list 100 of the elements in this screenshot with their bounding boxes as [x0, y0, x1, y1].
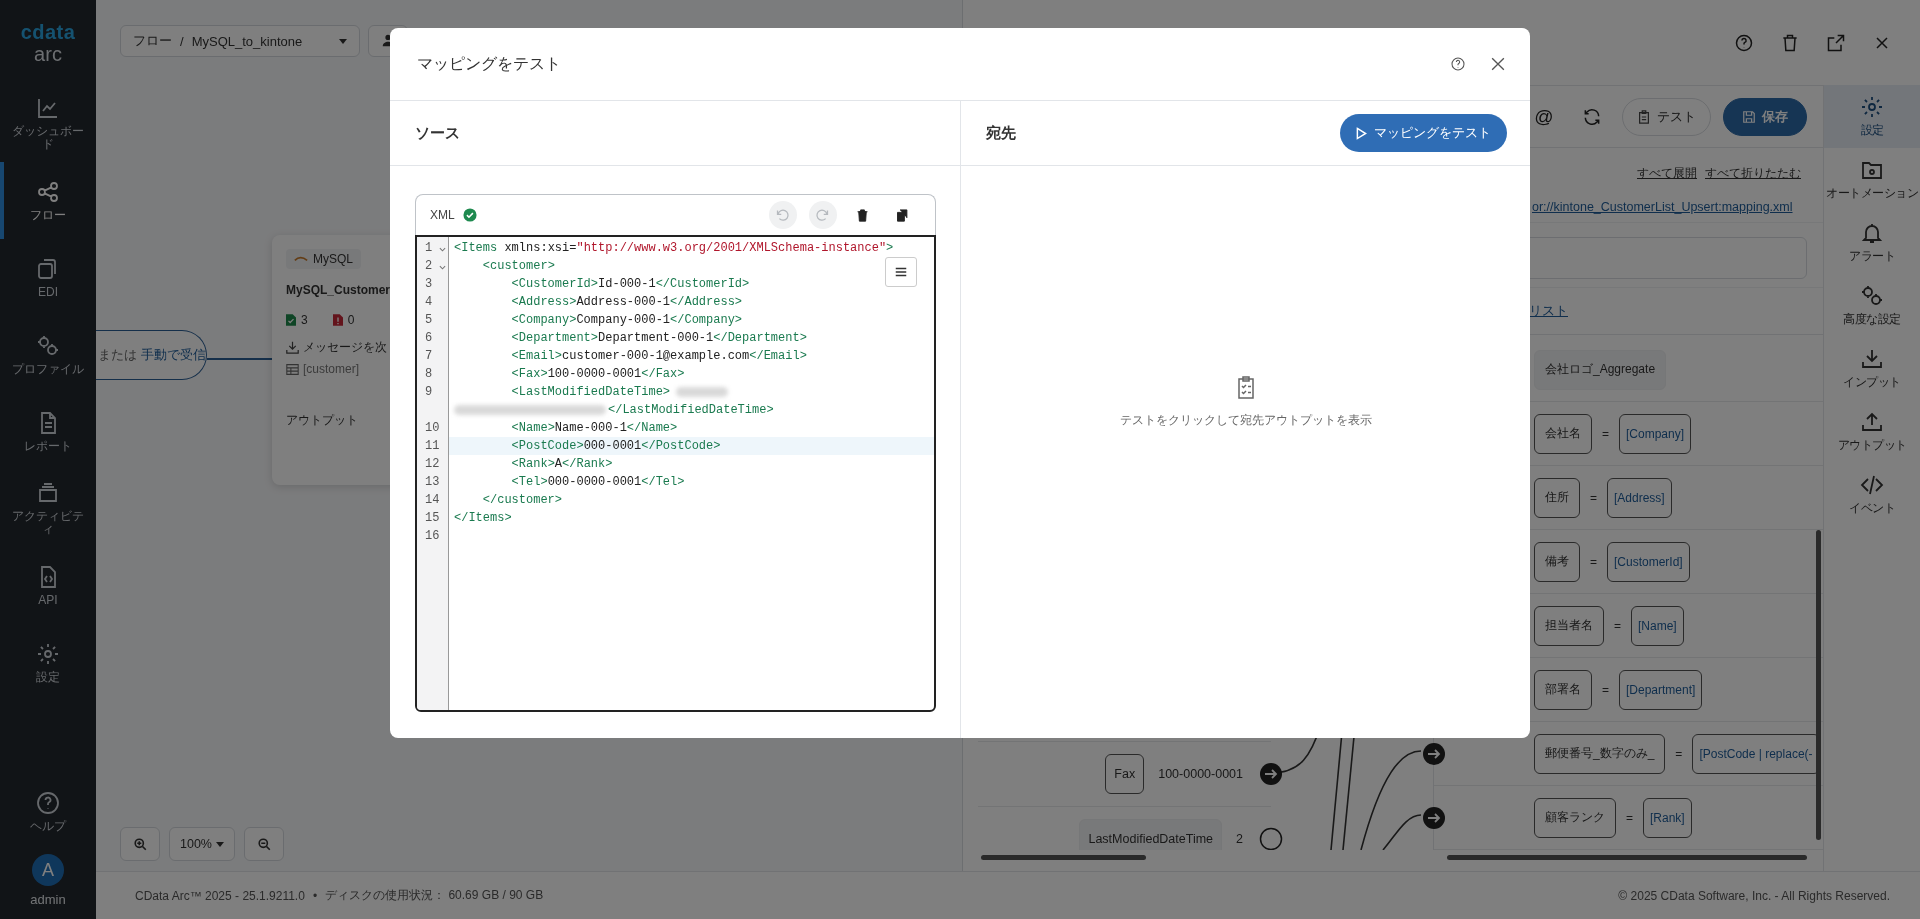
zoom-in-button[interactable] [120, 827, 160, 861]
error-count: 0 [347, 313, 355, 327]
mapping-file-link[interactable]: or://kintone_CustomerList_Upsert:mapping.xml [1532, 200, 1793, 214]
sidebar-item[interactable]: ダッシュボード [0, 85, 96, 162]
sidebar-item[interactable]: フロー [0, 162, 96, 239]
sidebar-item[interactable]: アクティビティ [0, 470, 96, 547]
success-file-icon [286, 314, 296, 326]
breadcrumb-dropdown[interactable]: フロー / MySQL_to_kintone [120, 25, 360, 57]
aggregate-field-chip[interactable]: 会社ロゴ_Aggregate [1534, 349, 1667, 390]
code-line: <Address>Address-000-1</Address> [510, 294, 743, 311]
equals-sign: = [1602, 426, 1609, 441]
arrow-circle-icon[interactable] [1422, 805, 1446, 830]
connector-badge: MySQL [286, 249, 361, 269]
message-action-text: メッセージを次 [303, 339, 387, 356]
save-button[interactable]: 保存 [1723, 97, 1807, 136]
menu-icon [893, 265, 908, 279]
panel-tab[interactable]: インプット [1824, 337, 1920, 400]
manual-receive-link[interactable]: 手動で受信 [141, 346, 206, 364]
fold-icon[interactable] [439, 247, 446, 252]
target-field-chip[interactable]: 顧客ランク [1534, 797, 1616, 838]
code-line: <Fax>100-0000-0001</Fax> [510, 366, 685, 383]
expression-chip[interactable]: [Address] [1607, 477, 1672, 518]
help-button[interactable] [1448, 54, 1468, 74]
save-icon [1742, 109, 1756, 124]
line-number: 12 [425, 457, 440, 471]
sidebar-item[interactable]: API [0, 547, 96, 624]
mention-button[interactable]: @ [1526, 98, 1562, 135]
equals-sign: = [1626, 810, 1633, 825]
user-avatar[interactable]: A [32, 854, 64, 886]
source-field-chip[interactable]: Fax [1105, 754, 1145, 794]
target-field-chip[interactable]: 郵便番号_数字のみ_ [1534, 733, 1666, 774]
test-button[interactable]: テスト [1622, 97, 1711, 136]
expression-chip[interactable]: [Name] [1631, 605, 1684, 646]
arrow-circle-icon[interactable] [1422, 741, 1446, 766]
expression-chip[interactable]: [CustomerId] [1607, 541, 1690, 582]
source-field-chip[interactable]: LastModifiedDateTime [1079, 819, 1223, 850]
help-link[interactable]: ヘルプ [30, 773, 66, 850]
line-number: 6 [425, 331, 433, 345]
code-line: </customer> [481, 492, 563, 509]
settings-icon [1860, 94, 1884, 119]
code-line: <Department>Department-000-1</Department> [510, 330, 807, 347]
panel-tab[interactable]: 高度な設定 [1824, 274, 1920, 337]
zoom-out-button[interactable] [244, 827, 284, 861]
panel-tab[interactable]: 設定 [1824, 85, 1920, 148]
product-name: arc [34, 42, 62, 65]
panel-tab[interactable]: アウトプット [1824, 400, 1920, 463]
sidebar-item[interactable]: EDI [0, 239, 96, 316]
equals-sign: = [1614, 618, 1621, 633]
help-icon [36, 790, 60, 815]
table-name: [customer] [303, 362, 359, 376]
code-line: <Name>Name-000-1</Name> [510, 420, 678, 437]
scrollbar-thumb[interactable] [981, 855, 1146, 860]
share-nodes-icon [36, 179, 60, 204]
zoom-out-icon [257, 837, 271, 851]
fold-icon[interactable] [439, 265, 446, 270]
dialog-title: マッピングをテスト [417, 53, 562, 74]
expression-chip[interactable]: [Department] [1619, 669, 1703, 710]
help-icon [1734, 32, 1754, 53]
chart-icon [36, 96, 60, 120]
error-file-icon [332, 314, 343, 326]
sidebar-item[interactable]: レポート [0, 393, 96, 470]
target-field-chip[interactable]: 備考 [1534, 541, 1580, 582]
expression-chip[interactable]: [Rank] [1643, 797, 1692, 838]
sidebar-item[interactable]: 設定 [0, 624, 96, 701]
stack-icon [36, 481, 60, 505]
panel-tab[interactable]: オートメーション [1824, 148, 1920, 211]
target-field-chip[interactable]: 住所 [1534, 477, 1580, 518]
logo-text: cdata [20, 20, 76, 43]
code-line: <Email>customer-000-1@example.com</Email> [510, 348, 807, 365]
expression-chip[interactable]: [Company] [1619, 413, 1692, 454]
collapse-all-link[interactable]: すべて折りたたむ [1705, 164, 1801, 182]
scrollbar-thumb[interactable] [1447, 855, 1807, 860]
menu-button[interactable] [884, 257, 917, 287]
trigger-node[interactable]: または 手動で受信 [96, 330, 207, 380]
arrow-circle-icon[interactable] [1259, 762, 1283, 786]
output-section-label: アウトプット [286, 412, 358, 429]
gears-icon [36, 333, 60, 358]
external-link-icon [1826, 32, 1846, 53]
line-number: 5 [425, 313, 433, 327]
line-number: 15 [425, 511, 440, 525]
language-label: XML [430, 208, 455, 222]
source-heading: ソース [415, 123, 460, 143]
target-field-chip[interactable]: 担当者名 [1534, 605, 1604, 646]
line-number: 16 [425, 529, 440, 543]
code-line: <Rank>A</Rank> [510, 456, 613, 473]
code-line: <CustomerId>Id-000-1</CustomerId> [510, 276, 750, 293]
list-link[interactable]: リスト [1529, 302, 1568, 320]
scrollbar-thumb[interactable] [1816, 530, 1821, 840]
redo-icon [815, 207, 830, 223]
source-value: 2 [1236, 832, 1243, 846]
zoom-level-dropdown[interactable]: 100% [169, 827, 235, 861]
line-number: 14 [425, 493, 440, 507]
empty-state-message: テストをクリックして宛先アウトプットを表示 [1119, 412, 1372, 428]
target-field-chip[interactable]: 会社名 [1534, 413, 1592, 454]
expand-all-link[interactable]: すべて展開 [1637, 164, 1697, 182]
copyright-text: © 2025 CData Software, Inc. - All Rights Reserved. [1618, 888, 1890, 903]
test-mapping-button[interactable]: マッピングをテスト [1340, 114, 1507, 152]
panel-tab[interactable]: イベント [1824, 463, 1920, 526]
target-field-chip[interactable]: 部署名 [1534, 669, 1592, 710]
panel-tab[interactable]: アラート [1824, 211, 1920, 274]
